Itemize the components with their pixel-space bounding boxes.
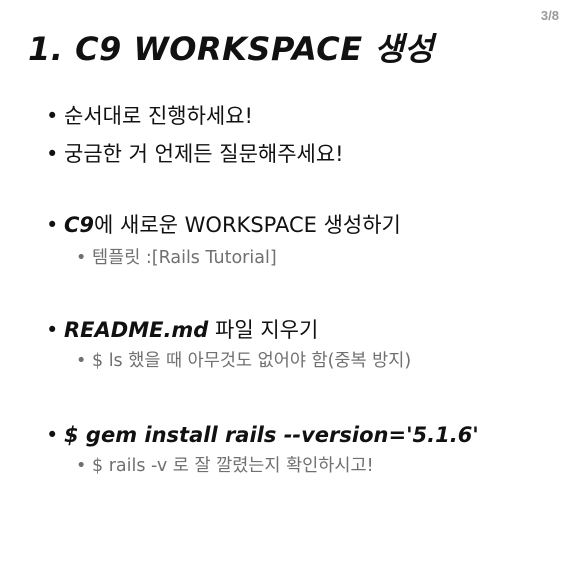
bullet-1-text: 순서대로 진행하세요! [64, 104, 253, 128]
bullet-3-sub: • 템플릿 :[Rails Tutorial] [76, 247, 557, 269]
bullet-4-text: 파일 지우기 [208, 318, 319, 342]
bullet-5-sub: • $ rails -v 로 잘 깔렸는지 확인하시고! [76, 455, 557, 477]
bullet-5: • $ gem install rails --version='5.1.6' [46, 422, 557, 448]
bullet-dot: • [46, 104, 59, 128]
page-number: 3/8 [540, 8, 559, 23]
bullet-3: • C9에 새로운 WORKSPACE 생성하기 [46, 212, 557, 238]
bullet-dot: • [76, 456, 87, 476]
bullet-2-text: 궁금한 거 언제든 질문해주세요! [64, 142, 344, 166]
bullet-dot: • [46, 318, 59, 342]
bullet-3-text: 에 새로운 WORKSPACE 생성하기 [94, 213, 401, 237]
bullet-2: • 궁금한 거 언제든 질문해주세요! [46, 141, 557, 167]
bullet-5-sub-text: $ rails -v 로 잘 깔렸는지 확인하시고! [92, 456, 374, 476]
bullet-1: • 순서대로 진행하세요! [46, 103, 557, 129]
bullet-4: • README.md 파일 지우기 [46, 317, 557, 343]
bullet-dot: • [46, 142, 59, 166]
bullet-dot: • [76, 351, 87, 371]
bullet-5-command: $ gem install rails --version='5.1.6' [64, 423, 479, 447]
bullet-4-sub: • $ ls 했을 때 아무것도 없어야 함(중복 방지) [76, 350, 557, 372]
slide-title: 1. C9 WORKSPACE 생성 [28, 30, 435, 68]
bullet-dot: • [46, 423, 59, 447]
bullet-3-sub-text: 템플릿 :[Rails Tutorial] [92, 248, 277, 268]
bullet-3-bold: C9 [64, 213, 95, 237]
bullet-dot: • [46, 213, 59, 237]
bullet-4-bold: README.md [64, 318, 209, 342]
bullet-4-sub-text: $ ls 했을 때 아무것도 없어야 함(중복 방지) [92, 351, 412, 371]
bullet-dot: • [76, 248, 87, 268]
